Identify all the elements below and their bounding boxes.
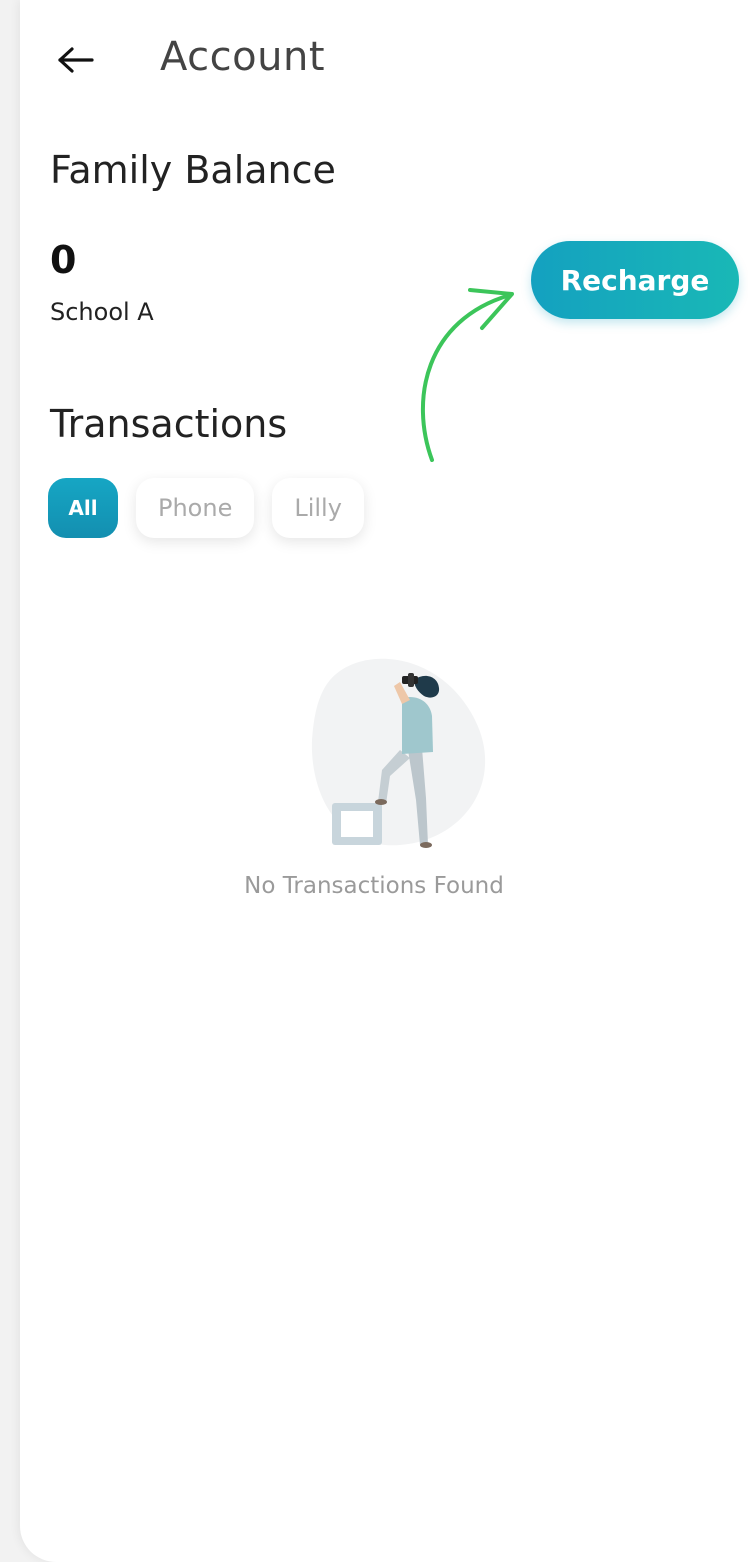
account-screen: Account Family Balance 0 School A Rechar… xyxy=(20,0,748,1562)
filter-chip-phone[interactable]: Phone xyxy=(136,478,255,538)
balance-amount: 0 xyxy=(50,238,77,282)
page-title: Account xyxy=(160,34,326,80)
family-balance-heading: Family Balance xyxy=(50,148,336,192)
back-button[interactable] xyxy=(52,36,100,84)
filter-chip-lilly[interactable]: Lilly xyxy=(272,478,364,538)
top-bar: Account xyxy=(20,0,748,120)
empty-state-illustration xyxy=(311,658,486,848)
transaction-filter-chips: All Phone Lilly xyxy=(48,478,364,538)
recharge-button[interactable]: Recharge xyxy=(531,241,739,319)
annotation-arrow-icon xyxy=(420,288,514,462)
filter-chip-all[interactable]: All xyxy=(48,478,118,538)
arrow-left-icon xyxy=(58,47,94,73)
school-name: School A xyxy=(50,298,154,326)
transactions-heading: Transactions xyxy=(50,402,288,446)
empty-state-message: No Transactions Found xyxy=(244,873,504,899)
